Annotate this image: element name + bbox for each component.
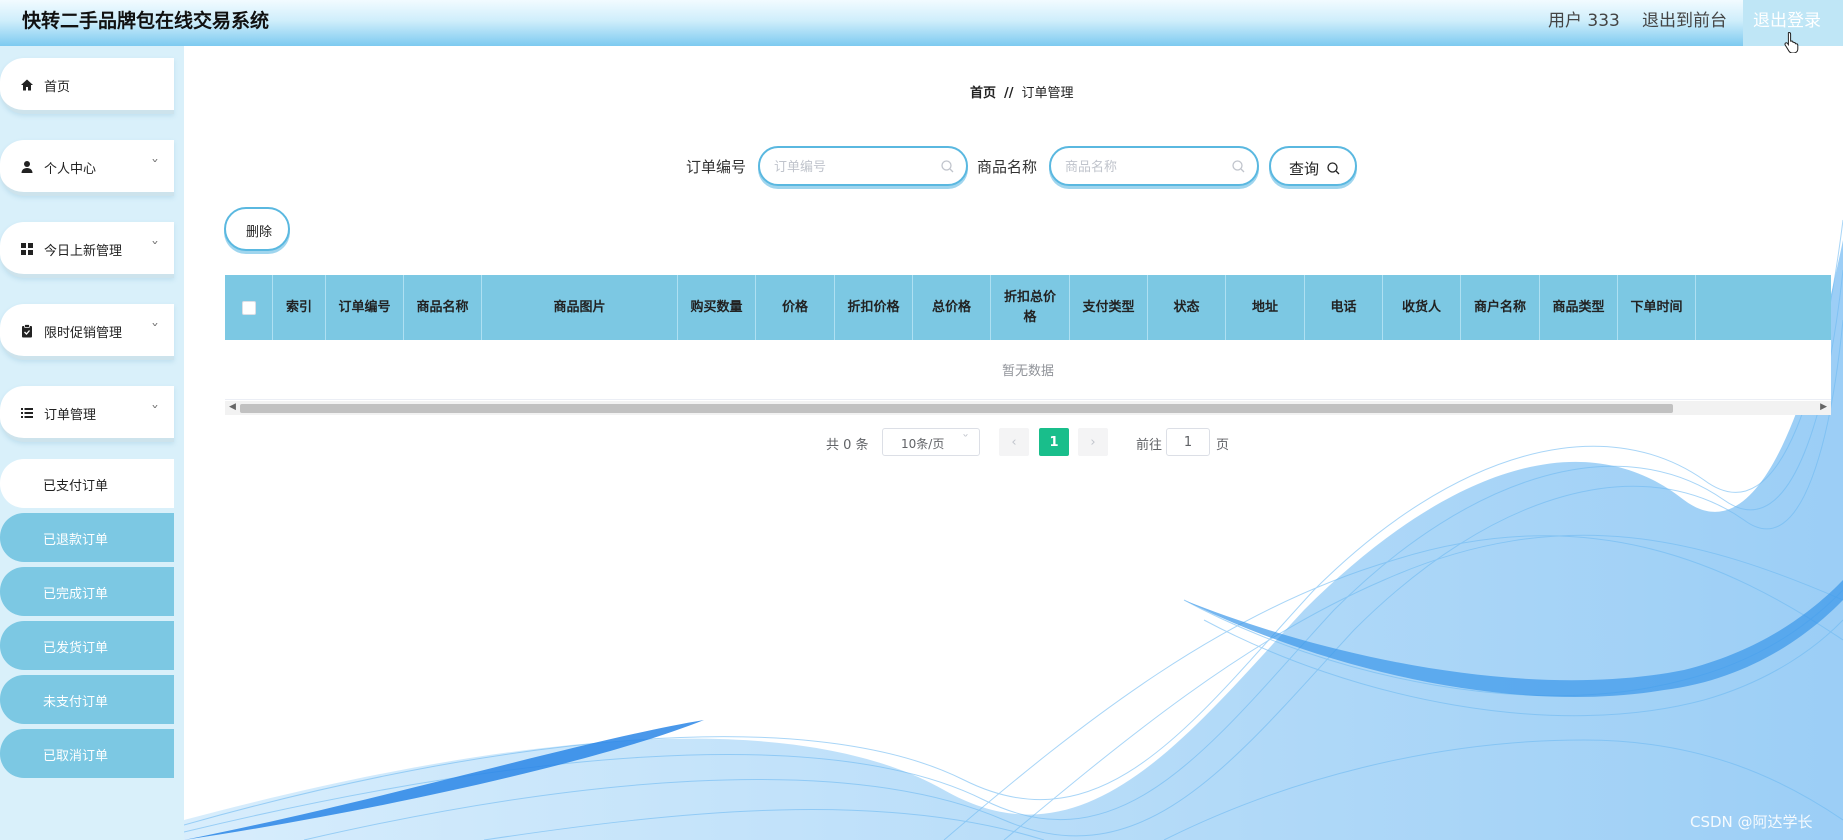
- column-header[interactable]: 索引: [273, 275, 326, 340]
- goto-label: 前往: [1136, 438, 1163, 453]
- page-size-value: 10条/页: [901, 437, 945, 451]
- column-header[interactable]: 商品类型: [1540, 275, 1618, 340]
- goto-page-suffix: 页: [1216, 438, 1230, 453]
- scroll-right-arrow-icon[interactable]: ▶: [1820, 402, 1827, 412]
- list-icon: [21, 408, 33, 418]
- sidebar-item-label: 限时促销管理: [44, 326, 123, 341]
- goto-page-field[interactable]: [1166, 428, 1210, 456]
- sidebar-subitem-completed-orders[interactable]: 已完成订单: [0, 567, 174, 616]
- sidebar-subitem-label: 未支付订单: [43, 695, 109, 710]
- sidebar-subitem-label: 已支付订单: [43, 479, 109, 494]
- sidebar-subitem-label: 已取消订单: [43, 749, 109, 764]
- next-page-button[interactable]: ›: [1078, 428, 1108, 456]
- sidebar-item-personal-center[interactable]: 个人中心 ˅: [0, 140, 174, 196]
- column-header[interactable]: 商品名称: [404, 275, 482, 340]
- chevron-down-icon: ˅: [150, 158, 160, 172]
- column-header[interactable]: 商品图片: [482, 275, 678, 340]
- logout-label: 退出登录: [1753, 11, 1821, 31]
- breadcrumb-separator: //: [1004, 86, 1014, 101]
- column-header[interactable]: 商户名称: [1461, 275, 1540, 340]
- table-header: 索引 订单编号 商品名称 商品图片 购买数量 价格 折扣价格 总价格 折扣总价格…: [225, 275, 1831, 340]
- sidebar-item-label: 今日上新管理: [44, 244, 123, 259]
- order-no-search-field[interactable]: [758, 146, 968, 186]
- pagination-total: 共 0 条: [826, 438, 869, 453]
- sidebar-item-home[interactable]: 首页: [0, 58, 174, 114]
- chevron-down-icon: ˅: [150, 404, 160, 418]
- column-header[interactable]: 电话: [1305, 275, 1383, 340]
- breadcrumb-current: 订单管理: [1021, 86, 1074, 101]
- scroll-left-arrow-icon[interactable]: ◀: [229, 402, 236, 412]
- order-no-label: 订单编号: [686, 158, 747, 176]
- back-to-frontend-link[interactable]: 退出到前台: [1642, 6, 1727, 31]
- column-header[interactable]: 折扣价格: [835, 275, 913, 340]
- sidebar-item-orders[interactable]: 订单管理 ˅: [0, 386, 174, 442]
- search-icon: [941, 160, 954, 173]
- hand-cursor-icon: [1784, 31, 1799, 53]
- delete-button-label: 删除: [246, 225, 273, 240]
- delete-button[interactable]: 删除: [224, 207, 290, 251]
- sidebar-item-new-arrivals[interactable]: 今日上新管理 ˅: [0, 222, 174, 278]
- search-icon: [1232, 160, 1245, 173]
- sidebar-subitem-label: 已退款订单: [43, 533, 109, 548]
- query-button[interactable]: 查询: [1269, 146, 1357, 186]
- column-header[interactable]: 状态: [1148, 275, 1226, 340]
- sidebar-subitem-paid-orders[interactable]: 已支付订单: [0, 459, 174, 508]
- goto-page-input[interactable]: [1167, 429, 1209, 455]
- column-header[interactable]: 购买数量: [678, 275, 756, 340]
- sidebar-item-promotions[interactable]: 限时促销管理 ˅: [0, 304, 174, 360]
- chevron-left-icon: ‹: [1011, 434, 1017, 450]
- horizontal-scrollbar[interactable]: ◀ ▶: [225, 401, 1831, 415]
- query-button-label: 查询: [1289, 160, 1320, 178]
- app-title: 快转二手品牌包在线交易系统: [22, 10, 270, 32]
- watermark: CSDN @阿达学长: [1690, 813, 1813, 831]
- column-header[interactable]: 订单编号: [326, 275, 404, 340]
- sidebar-subitem-shipped-orders[interactable]: 已发货订单: [0, 621, 174, 670]
- user-icon: [21, 161, 33, 173]
- column-header[interactable]: 折扣总价格: [991, 275, 1070, 340]
- chevron-down-icon: ˅: [150, 240, 160, 254]
- prev-page-button[interactable]: ‹: [999, 428, 1029, 456]
- column-header-overflow: [1696, 275, 1831, 340]
- select-all-checkbox[interactable]: [241, 300, 256, 315]
- chevron-down-icon: ˅: [150, 322, 160, 336]
- column-header[interactable]: 下单时间: [1618, 275, 1696, 340]
- home-icon: [21, 79, 33, 91]
- product-name-search-field[interactable]: [1049, 146, 1259, 186]
- column-header[interactable]: 价格: [756, 275, 835, 340]
- column-header[interactable]: 收货人: [1383, 275, 1461, 340]
- chevron-right-icon: ›: [1090, 434, 1096, 450]
- chevron-down-icon: ˅: [961, 434, 970, 445]
- orders-table: 索引 订单编号 商品名称 商品图片 购买数量 价格 折扣价格 总价格 折扣总价格…: [225, 275, 1831, 415]
- select-all-checkbox-cell[interactable]: [225, 275, 273, 340]
- sidebar-subitem-cancelled-orders[interactable]: 已取消订单: [0, 729, 174, 778]
- sidebar-subitem-label: 已完成订单: [43, 587, 109, 602]
- column-header[interactable]: 地址: [1226, 275, 1305, 340]
- current-user: 用户 333: [1548, 11, 1620, 31]
- sidebar-subitem-unpaid-orders[interactable]: 未支付订单: [0, 675, 174, 724]
- column-header[interactable]: 总价格: [913, 275, 991, 340]
- sidebar-subitem-refunded-orders[interactable]: 已退款订单: [0, 513, 174, 562]
- top-header: 快转二手品牌包在线交易系统 用户 333 退出到前台 退出登录: [0, 0, 1843, 46]
- product-name-input[interactable]: [1065, 157, 1225, 177]
- order-no-input[interactable]: [774, 157, 934, 177]
- breadcrumb-home-link[interactable]: 首页: [970, 86, 996, 101]
- empty-state: 暂无数据: [225, 340, 1831, 400]
- column-header[interactable]: 支付类型: [1070, 275, 1148, 340]
- page-size-select[interactable]: 10条/页 ˅: [882, 428, 980, 456]
- product-name-label: 商品名称: [977, 158, 1038, 176]
- clipboard-icon: [22, 324, 32, 338]
- sidebar-subitem-label: 已发货订单: [43, 641, 109, 656]
- sidebar-item-label: 首页: [44, 80, 71, 95]
- page-number-current[interactable]: 1: [1039, 428, 1069, 456]
- sidebar-item-label: 订单管理: [44, 408, 97, 423]
- sidebar-item-label: 个人中心: [44, 162, 97, 177]
- search-icon: [1327, 162, 1340, 175]
- grid-icon: [21, 243, 33, 255]
- scrollbar-thumb[interactable]: [240, 404, 1673, 413]
- breadcrumb: 首页 // 订单管理: [970, 82, 1074, 101]
